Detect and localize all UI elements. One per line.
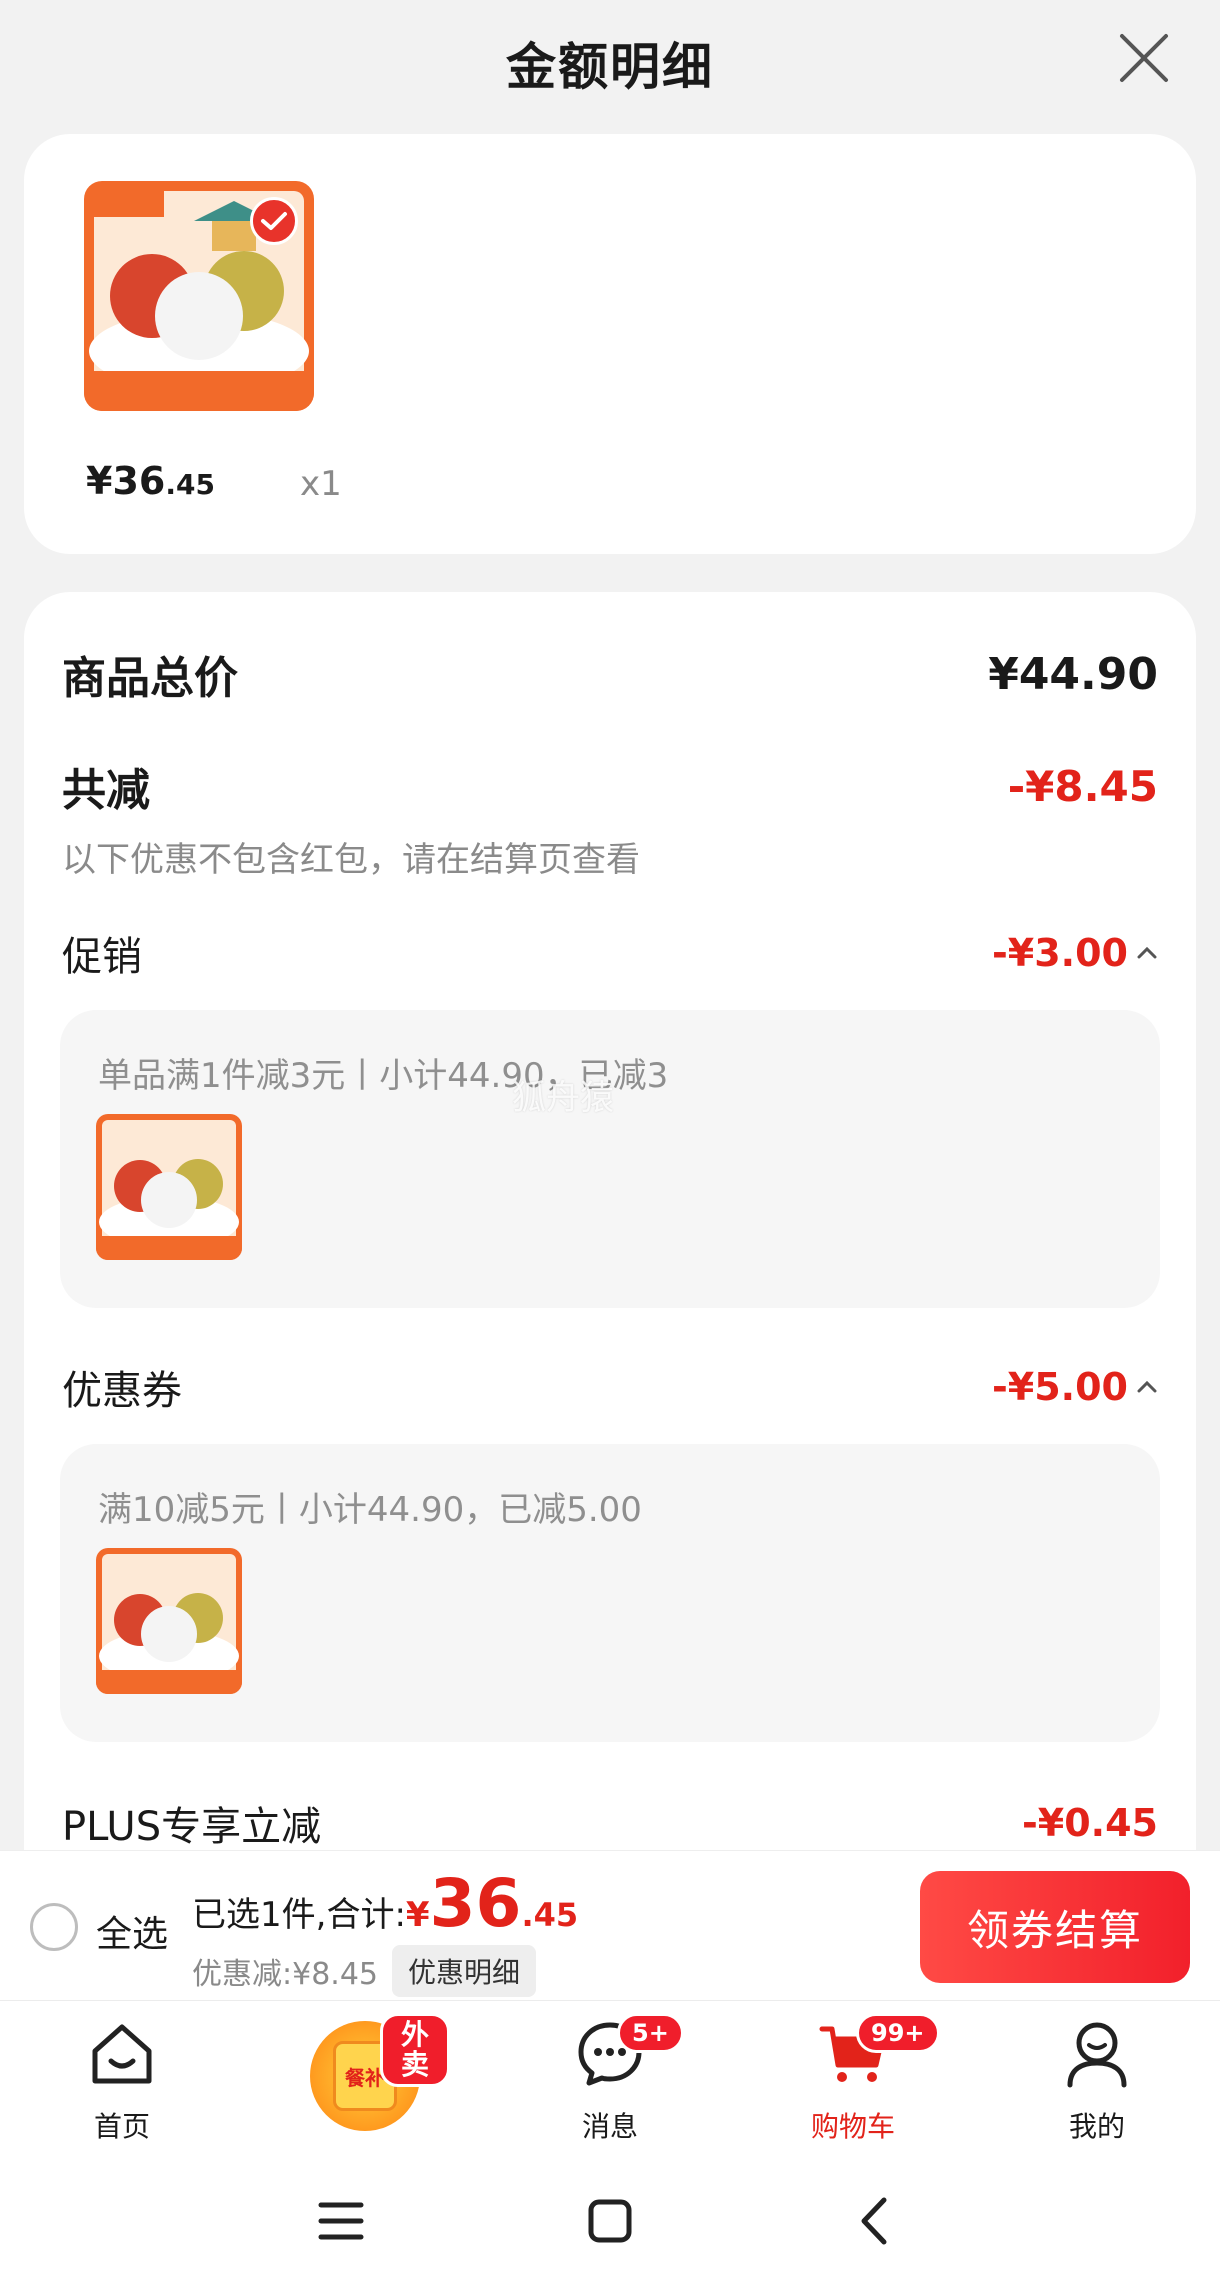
tab-home-label: 首页	[93, 2110, 150, 2143]
promotion-detail-box: 单品满1件减3元丨小计44.90，已减3	[60, 1010, 1160, 1308]
coupon-product-thumb	[96, 1548, 242, 1694]
selected-check-icon[interactable]	[250, 197, 298, 245]
discount-detail-button[interactable]: 优惠明细	[392, 1945, 537, 1997]
tab-takeout-badge: 外卖	[380, 2013, 450, 2087]
promotion-row[interactable]: 促销 -¥3.00	[62, 924, 1158, 982]
plus-row: PLUS专享立减 -¥0.45	[62, 1794, 1158, 1852]
plus-value: -¥0.45	[1022, 1801, 1158, 1845]
promotion-value-group: -¥3.00	[992, 931, 1158, 975]
tab-profile[interactable]: 我的	[1012, 2019, 1182, 2143]
tab-profile-label: 我的	[1068, 2110, 1125, 2143]
select-all-radio[interactable]	[30, 1903, 78, 1951]
tab-cart[interactable]: 99+ 购物车	[768, 2013, 940, 2143]
total-row: 商品总价 ¥44.90	[62, 642, 1158, 706]
discount-note: 以下优惠不包含红包，请在结算页查看	[62, 840, 640, 880]
promotion-label: 促销	[62, 934, 142, 980]
tab-messages-label: 消息	[581, 2110, 638, 2143]
coupon-label: 优惠券	[62, 1368, 182, 1414]
coupon-value: -¥5.00	[992, 1365, 1128, 1409]
product-price-dec: .45	[165, 468, 215, 501]
tab-home[interactable]: 首页	[37, 2019, 207, 2143]
product-image[interactable]	[84, 181, 314, 411]
select-all-label[interactable]: 全选	[96, 1905, 168, 1957]
product-card: ¥36 .45 x1	[24, 134, 1196, 554]
chevron-up-icon[interactable]	[1136, 946, 1158, 960]
sum-currency: ¥	[405, 1895, 430, 1935]
sum-decimal: .45	[521, 1896, 579, 1934]
bottom-tabbar: 首页 餐补 外卖 5+ 消息 99+ 购物车 我的	[0, 2000, 1220, 2150]
page-title: 金额明细	[506, 37, 714, 96]
promotion-value: -¥3.00	[992, 931, 1128, 975]
profile-icon	[1067, 2022, 1127, 2088]
sum-line: 已选1件,合计: ¥ 36 .45	[192, 1871, 578, 1937]
modal-header: 金额明细	[0, 0, 1220, 125]
tab-messages[interactable]: 5+ 消息	[525, 2013, 695, 2143]
coupon-detail-box: 满10减5元丨小计44.90，已减5.00	[60, 1444, 1160, 1742]
reduce-value: -¥8.45	[1007, 761, 1158, 811]
total-value: ¥44.90	[988, 648, 1158, 700]
discount-text: 优惠减:¥8.45	[192, 1957, 378, 1992]
discount-line: 优惠减:¥8.45 优惠明细	[192, 1945, 537, 1997]
tab-messages-badge: 5+	[617, 2013, 684, 2053]
tab-cart-label: 购物车	[810, 2110, 895, 2143]
sum-integer: 36	[429, 1865, 522, 1942]
menu-icon[interactable]	[318, 2200, 364, 2242]
close-icon[interactable]	[1118, 32, 1170, 84]
total-label: 商品总价	[62, 653, 238, 704]
checkout-button[interactable]: 领券结算	[920, 1871, 1190, 1983]
home-icon	[92, 2024, 152, 2084]
coupon-value-group: -¥5.00	[992, 1365, 1158, 1409]
promotion-product-thumb	[96, 1114, 242, 1260]
product-price-int: ¥36	[86, 459, 166, 503]
meal-subsidy-text: 餐补	[345, 2065, 385, 2090]
tab-cart-badge: 99+	[856, 2013, 940, 2053]
reduce-row: 共减 -¥8.45	[62, 754, 1158, 818]
home-square-icon[interactable]	[587, 2198, 633, 2244]
product-price: ¥36 .45	[86, 459, 215, 503]
product-quantity: x1	[300, 464, 342, 504]
tab-takeout[interactable]: 餐补 外卖	[280, 2013, 450, 2139]
system-navigation-bar	[0, 2150, 1220, 2295]
watermark: 狐舟猿	[512, 1078, 614, 1118]
plus-label: PLUS专享立减	[62, 1804, 322, 1850]
reduce-label: 共减	[62, 765, 150, 816]
back-icon[interactable]	[858, 2196, 890, 2246]
selected-count-text: 已选1件,合计:	[192, 1895, 406, 1935]
checkout-bar: 全选 已选1件,合计: ¥ 36 .45 优惠减:¥8.45 优惠明细 领券结算	[0, 1850, 1220, 2000]
chevron-up-icon[interactable]	[1136, 1380, 1158, 1394]
coupon-row[interactable]: 优惠券 -¥5.00	[62, 1358, 1158, 1416]
coupon-detail-text: 满10减5元丨小计44.90，已减5.00	[98, 1490, 642, 1530]
